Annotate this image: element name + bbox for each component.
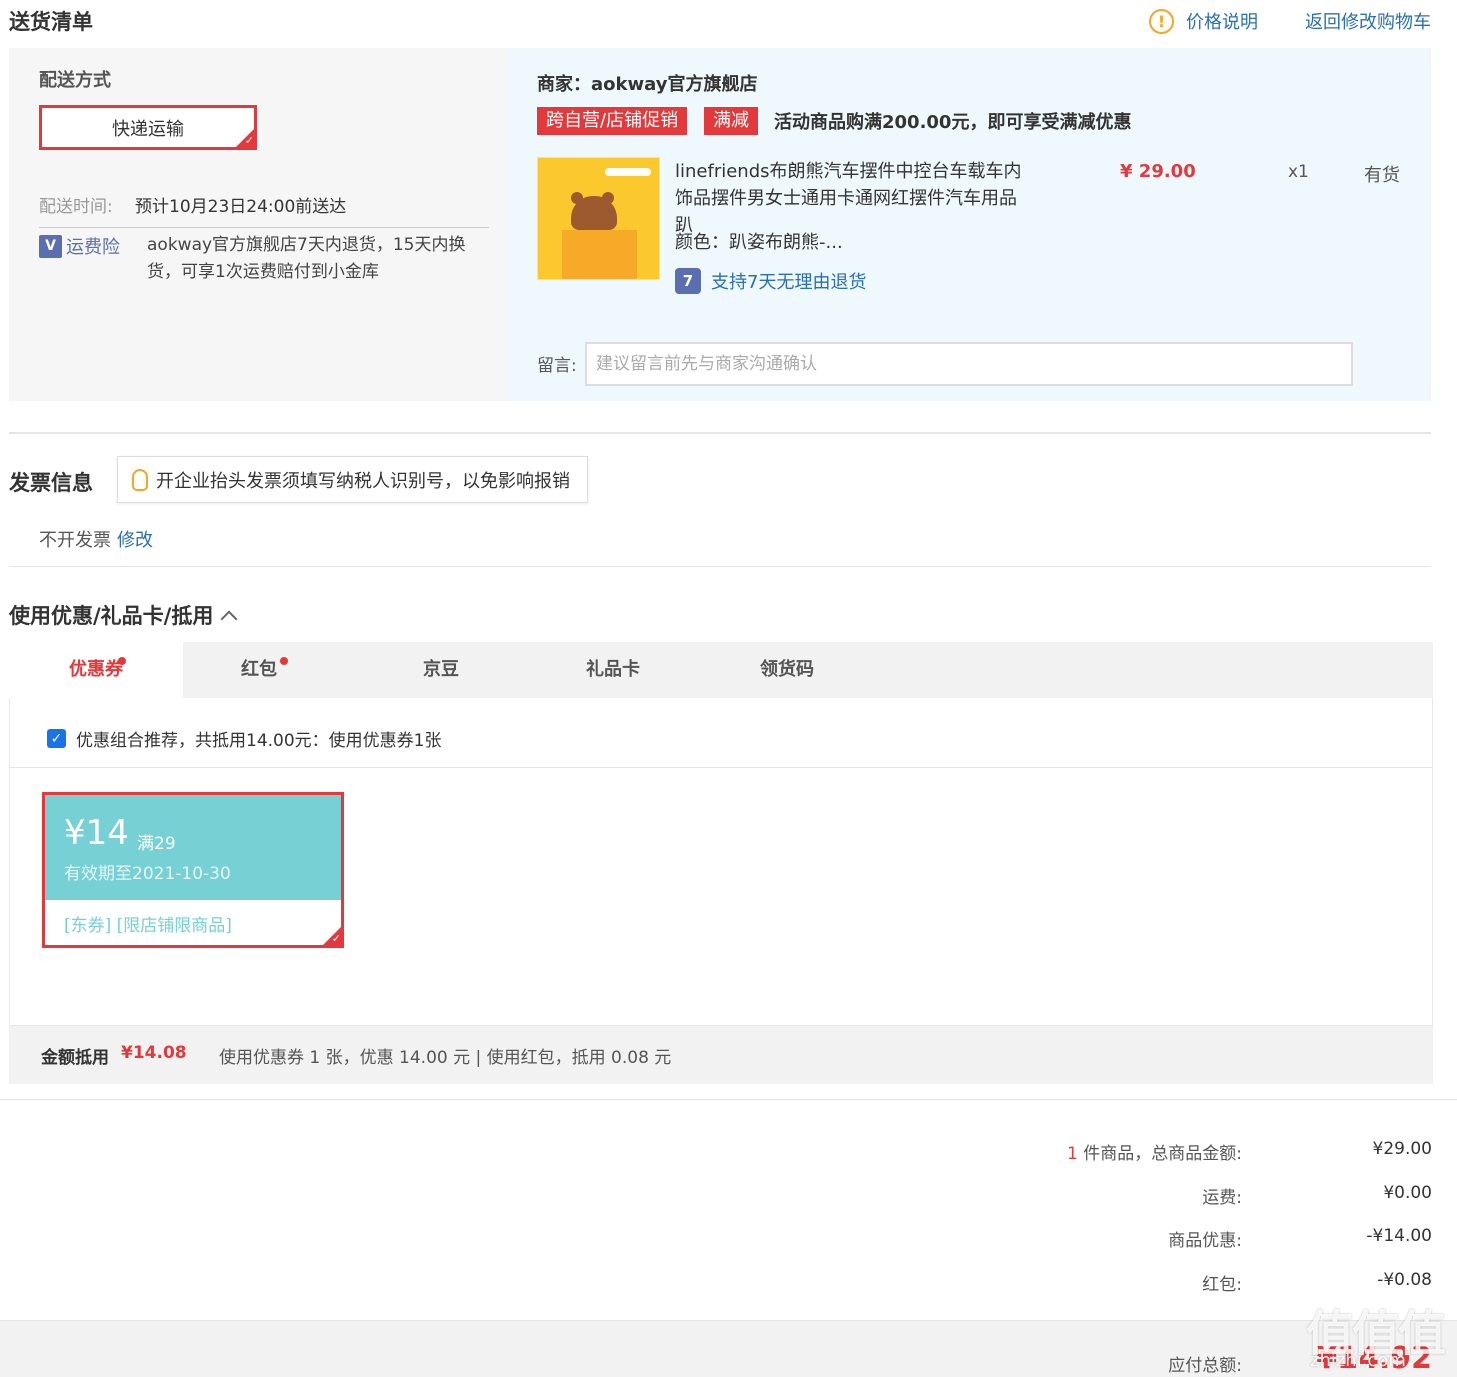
message-input[interactable] [585, 342, 1353, 386]
seven-day-return-icon: 7 [675, 268, 701, 294]
red-packet-value: -¥0.08 [1377, 1270, 1432, 1290]
section-divider [0, 1099, 1457, 1100]
tab-jingdou[interactable]: 京豆 [379, 642, 503, 698]
deduction-amount: ¥14.08 [121, 1043, 187, 1063]
product-image-box [562, 230, 637, 279]
tab-label: 优惠券 [69, 659, 123, 680]
coupon-scope: [东券] [限店铺限商品] [64, 916, 232, 936]
discounts-title: 使用优惠/礼品卡/抵用 [9, 604, 214, 628]
deduction-detail: 使用优惠券 1 张，优惠 14.00 元 | 使用红包，抵用 0.08 元 [219, 1048, 672, 1068]
product-image[interactable] [537, 157, 660, 280]
lightbulb-icon [132, 468, 148, 491]
goods-total-value: ¥29.00 [1372, 1139, 1432, 1159]
coupon-amount: ¥14 [64, 813, 129, 853]
invoice-title: 发票信息 [9, 471, 93, 495]
deduction-label: 金额抵用 [41, 1048, 109, 1068]
goods-total-label: 1 件商品，总商品金额: [1067, 1139, 1242, 1164]
promo-tag-full-reduction: 满减 [704, 107, 758, 135]
tab-pickup-code[interactable]: 领货码 [727, 642, 847, 698]
back-to-cart-link[interactable]: 返回修改购物车 [1305, 8, 1431, 34]
tab-red-packets[interactable]: 红包 [183, 642, 335, 698]
product-image-label [605, 168, 651, 176]
page-title: 送货清单 [9, 10, 93, 34]
watermark-url: zhizhi.com [1310, 1350, 1406, 1371]
tab-gift-cards[interactable]: 礼品卡 [555, 642, 671, 698]
section-divider [9, 566, 1431, 567]
shipping-option-label: 快递运输 [112, 118, 184, 140]
bear-figure [571, 196, 617, 230]
goods-count-label: 件商品，总商品金额: [1083, 1144, 1242, 1164]
discounts-section-toggle[interactable]: 使用优惠/礼品卡/抵用 [9, 600, 238, 630]
promo-text: 活动商品购满200.00元，即可享受满减优惠 [774, 112, 1132, 133]
shield-icon: V [39, 234, 62, 258]
product-color: 颜色：趴姿布朗熊-... [675, 232, 843, 253]
payable-label: 应付总额: [1168, 1356, 1242, 1376]
product-price: ¥ 29.00 [1120, 161, 1196, 182]
product-quantity: x1 [1288, 162, 1309, 182]
shipping-option-express[interactable]: 快递运输 [39, 105, 257, 150]
price-note-link[interactable]: ! 价格说明 [1149, 8, 1258, 34]
invoice-tip-text: 开企业抬头发票须填写纳税人识别号，以免影响报销 [156, 470, 570, 492]
shipping-time-label: 配送时间: [39, 197, 113, 217]
freight-insurance-label: 运费险 [66, 237, 120, 258]
return-policy-link[interactable]: 7 支持7天无理由退货 [675, 268, 866, 294]
coupon-card[interactable]: ¥14 满29 有效期至2021-10-30 [东券] [限店铺限商品] [42, 792, 344, 948]
message-label: 留言: [537, 356, 577, 376]
selected-check-icon [235, 128, 255, 148]
site-watermark: 值值值 zhizhi.com [1306, 1294, 1451, 1376]
combo-recommend-row[interactable]: ✓ 优惠组合推荐，共抵用14.00元：使用优惠券1张 [47, 726, 441, 751]
goods-discount-value: -¥14.00 [1366, 1226, 1432, 1246]
section-divider [9, 432, 1431, 434]
notification-dot [280, 657, 288, 665]
combo-checkbox[interactable]: ✓ [47, 729, 66, 748]
shipping-time-value: 预计10月23日24:00前送达 [135, 197, 347, 217]
divider [39, 227, 489, 228]
divider [10, 767, 1432, 768]
red-packet-label: 红包: [1202, 1275, 1242, 1295]
price-note-label: 价格说明 [1186, 12, 1258, 33]
product-stock-status: 有货 [1364, 165, 1400, 186]
discount-tabs: 优惠券 红包 京豆 礼品卡 领货码 [9, 642, 1433, 698]
shipping-fee-label: 运费: [1202, 1188, 1242, 1208]
selected-check-icon [322, 926, 342, 946]
tab-label: 红包 [241, 659, 277, 680]
freight-insurance-text: aokway官方旗舰店7天内退货，15天内换货，可享1次运费赔付到小金库 [147, 235, 466, 282]
tab-label: 京豆 [423, 659, 459, 680]
freight-insurance-badge[interactable]: V 运费险 [39, 233, 120, 259]
notification-dot [118, 657, 126, 665]
delivery-panel [9, 48, 506, 401]
goods-discount-label: 商品优惠: [1168, 1231, 1242, 1251]
invoice-tip: 开企业抬头发票须填写纳税人识别号，以免影响报销 [117, 456, 588, 503]
shipping-fee-value: ¥0.00 [1383, 1183, 1432, 1203]
invoice-edit-link[interactable]: 修改 [117, 526, 153, 552]
coupon-validity: 有效期至2021-10-30 [64, 864, 231, 884]
tab-coupons[interactable]: 优惠券 [9, 642, 183, 698]
merchant-name: 商家：aokway官方旗舰店 [537, 74, 758, 95]
invoice-status: 不开发票 [39, 530, 111, 551]
chevron-up-icon [220, 610, 238, 628]
shipping-method-label: 配送方式 [39, 70, 111, 91]
return-policy-label: 支持7天无理由退货 [711, 272, 867, 293]
tab-label: 领货码 [760, 659, 814, 680]
tab-label: 礼品卡 [586, 659, 640, 680]
combo-text: 优惠组合推荐，共抵用14.00元：使用优惠券1张 [76, 731, 442, 751]
warning-icon: ! [1149, 8, 1174, 34]
product-name-link[interactable]: linefriends布朗熊汽车摆件中控台车载车内饰品摆件男女士通用卡通网红摆件… [675, 158, 1035, 239]
coupon-condition: 满29 [137, 834, 176, 854]
goods-count: 1 [1067, 1144, 1078, 1164]
promo-tag-cross-store: 跨自营/店铺促销 [537, 107, 688, 135]
